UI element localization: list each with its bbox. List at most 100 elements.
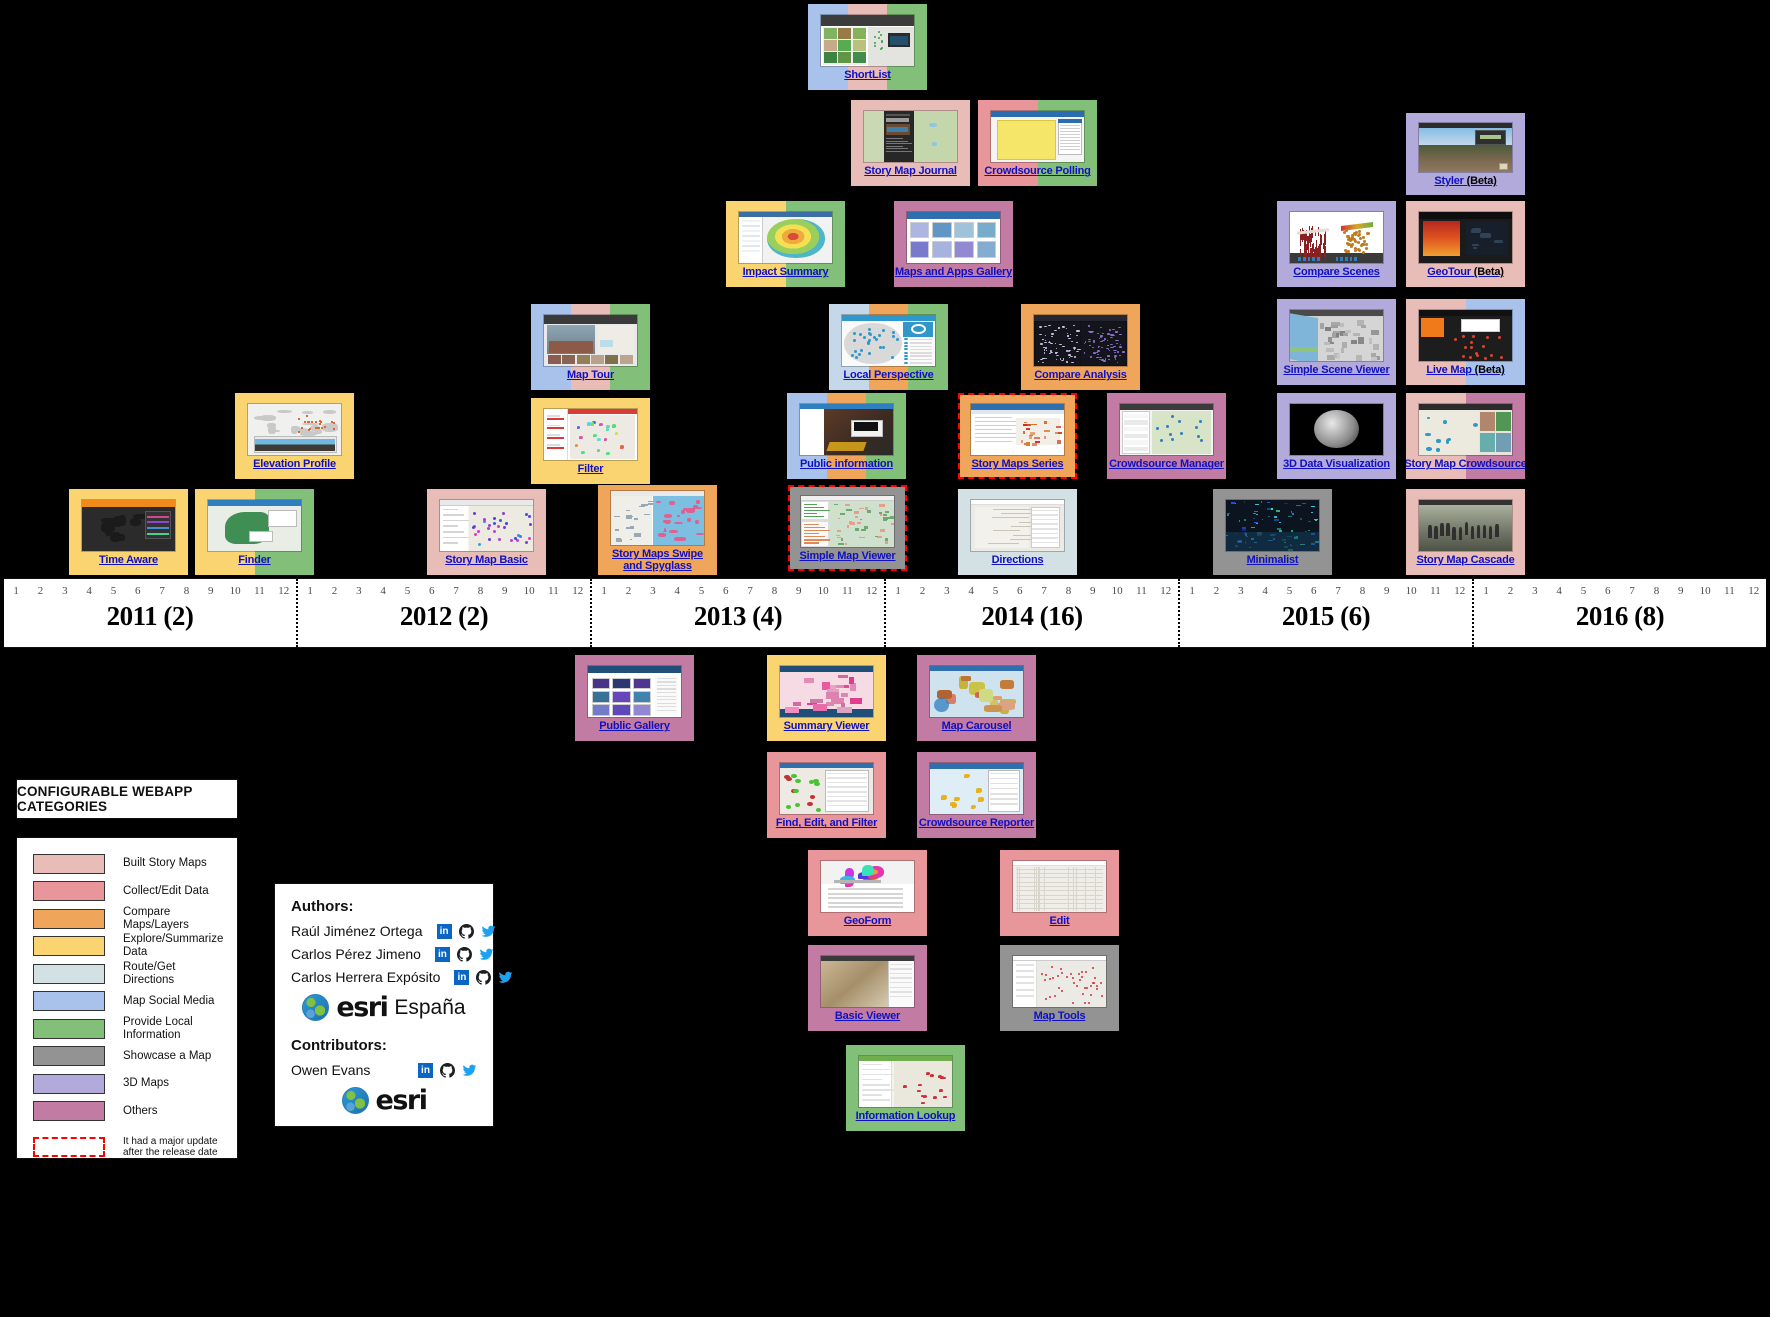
app-name-link[interactable]: Impact Summary — [743, 266, 829, 278]
app-thumbnail[interactable] — [820, 860, 915, 914]
app-thumbnail[interactable] — [1418, 211, 1513, 265]
app-name-link[interactable]: Directions — [992, 554, 1044, 566]
app-name-link[interactable]: Public Gallery — [599, 720, 670, 732]
app-card[interactable]: Finder — [195, 489, 314, 575]
app-card[interactable]: Map Tour — [531, 304, 650, 390]
app-card[interactable]: Filter — [531, 398, 650, 484]
app-card[interactable]: Information Lookup — [846, 1045, 965, 1131]
app-thumbnail[interactable] — [1418, 403, 1513, 457]
app-name-link[interactable]: Map Carousel — [942, 720, 1012, 732]
app-name-link[interactable]: Find, Edit, and Filter — [776, 817, 878, 829]
app-thumbnail[interactable] — [1033, 314, 1128, 368]
github-icon[interactable] — [458, 923, 474, 939]
app-thumbnail[interactable] — [800, 495, 895, 549]
app-name-link[interactable]: Time Aware — [99, 554, 158, 566]
app-name-link[interactable]: Simple Scene Viewer — [1283, 364, 1389, 376]
app-card[interactable]: Story Maps Swipe and Spyglass — [598, 485, 717, 575]
app-card[interactable]: Map Tools — [1000, 945, 1119, 1031]
app-name-link[interactable]: Crowdsource Reporter — [919, 817, 1034, 829]
app-card[interactable]: Impact Summary — [726, 201, 845, 287]
app-thumbnail[interactable] — [1289, 403, 1384, 457]
app-card[interactable]: Compare Scenes — [1277, 201, 1396, 287]
github-icon[interactable] — [456, 946, 472, 962]
app-card[interactable]: Live Map (Beta) — [1406, 299, 1525, 385]
app-name-link[interactable]: Minimalist — [1247, 554, 1299, 566]
app-name-link[interactable]: Local Perspective — [843, 369, 933, 381]
app-name-link[interactable]: Live Map (Beta) — [1426, 364, 1504, 376]
app-name-link[interactable]: GeoForm — [844, 915, 892, 927]
app-card[interactable]: Edit — [1000, 850, 1119, 936]
linkedin-icon[interactable]: in — [434, 946, 450, 962]
app-thumbnail[interactable] — [858, 1055, 953, 1109]
app-card[interactable]: Summary Viewer — [767, 655, 886, 741]
app-thumbnail[interactable] — [970, 499, 1065, 553]
app-name-link[interactable]: Public information — [800, 458, 893, 470]
app-thumbnail[interactable] — [1012, 860, 1107, 914]
app-name-link[interactable]: Story Map Journal — [864, 165, 957, 177]
app-card[interactable]: Story Map Basic — [427, 489, 546, 575]
app-name-link[interactable]: Crowdsource Manager — [1109, 458, 1224, 470]
app-name-link[interactable]: Story Map Cascade — [1416, 554, 1514, 566]
app-name-link[interactable]: Edit — [1050, 915, 1070, 927]
app-thumbnail[interactable] — [863, 110, 958, 164]
app-name-link[interactable]: Map Tour — [567, 369, 614, 381]
twitter-icon[interactable] — [481, 924, 496, 939]
app-thumbnail[interactable] — [1418, 309, 1513, 363]
linkedin-icon[interactable]: in — [418, 1062, 433, 1078]
app-name-link[interactable]: Information Lookup — [856, 1110, 956, 1122]
github-icon[interactable] — [476, 969, 492, 985]
app-card[interactable]: Minimalist — [1213, 489, 1332, 575]
app-card[interactable]: Simple Map Viewer — [788, 485, 907, 571]
app-thumbnail[interactable] — [779, 762, 874, 816]
app-card[interactable]: GeoTour (Beta) — [1406, 201, 1525, 287]
app-card[interactable]: 3D Data Visualization — [1277, 393, 1396, 479]
app-thumbnail[interactable] — [1289, 309, 1384, 363]
app-card[interactable]: Public Gallery — [575, 655, 694, 741]
app-name-link[interactable]: Simple Map Viewer — [799, 550, 895, 562]
app-thumbnail[interactable] — [1418, 122, 1513, 174]
app-name-link[interactable]: Finder — [238, 554, 271, 566]
app-card[interactable]: Directions — [958, 489, 1077, 575]
app-card[interactable]: ShortList — [808, 4, 927, 90]
app-card[interactable]: Maps and Apps Gallery — [894, 201, 1013, 287]
app-name-link[interactable]: Story Maps Swipe and Spyglass — [602, 548, 713, 572]
app-name-link[interactable]: 3D Data Visualization — [1283, 458, 1390, 470]
app-name-link[interactable]: Elevation Profile — [253, 458, 336, 470]
linkedin-icon[interactable]: in — [436, 923, 452, 939]
app-card[interactable]: Simple Scene Viewer — [1277, 299, 1396, 385]
app-name-link[interactable]: Styler (Beta) — [1434, 175, 1496, 187]
app-thumbnail[interactable] — [970, 403, 1065, 457]
app-card[interactable]: Local Perspective — [829, 304, 948, 390]
twitter-icon[interactable] — [462, 1063, 477, 1078]
app-thumbnail[interactable] — [738, 211, 833, 265]
app-name-link[interactable]: Compare Analysis — [1034, 369, 1127, 381]
app-thumbnail[interactable] — [1119, 403, 1214, 457]
app-thumbnail[interactable] — [799, 403, 894, 457]
github-icon[interactable] — [440, 1062, 455, 1078]
app-thumbnail[interactable] — [81, 499, 176, 553]
app-card[interactable]: Crowdsource Reporter — [917, 752, 1036, 838]
app-thumbnail[interactable] — [929, 762, 1024, 816]
app-thumbnail[interactable] — [779, 665, 874, 719]
app-name-link[interactable]: Filter — [578, 463, 604, 475]
app-thumbnail[interactable] — [439, 499, 534, 553]
app-name-link[interactable]: Story Maps Series — [972, 458, 1064, 470]
app-card[interactable]: Crowdsource Manager — [1107, 393, 1226, 479]
app-thumbnail[interactable] — [841, 314, 936, 368]
app-name-link[interactable]: ShortList — [844, 69, 891, 81]
app-card[interactable]: Elevation Profile — [235, 393, 354, 479]
app-card[interactable]: Story Maps Series — [958, 393, 1077, 479]
app-card[interactable]: Story Map Cascade — [1406, 489, 1525, 575]
app-thumbnail[interactable] — [990, 110, 1085, 164]
app-thumbnail[interactable] — [1418, 499, 1513, 553]
app-thumbnail[interactable] — [929, 665, 1024, 719]
app-card[interactable]: Story Map Journal — [851, 100, 970, 186]
app-card[interactable]: Styler (Beta) — [1406, 113, 1525, 195]
app-card[interactable]: Compare Analysis — [1021, 304, 1140, 390]
app-thumbnail[interactable] — [820, 14, 915, 68]
app-card[interactable]: Map Carousel — [917, 655, 1036, 741]
app-name-link[interactable]: Basic Viewer — [835, 1010, 900, 1022]
app-thumbnail[interactable] — [207, 499, 302, 553]
app-name-link[interactable]: Story Map Crowdsource — [1406, 458, 1525, 470]
app-thumbnail[interactable] — [587, 665, 682, 719]
